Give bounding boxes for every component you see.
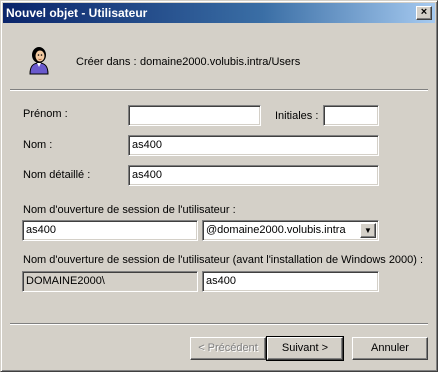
next-button[interactable]: Suivant > (266, 336, 344, 361)
initiales-field[interactable] (323, 105, 379, 126)
prenom-field[interactable] (128, 105, 261, 126)
title-bar[interactable]: Nouvel objet - Utilisateur × (3, 3, 435, 23)
dialog-window: Nouvel objet - Utilisateur × Créer dans … (0, 0, 438, 372)
logon-pre2000-label: Nom d'ouverture de session de l'utilisat… (23, 254, 424, 266)
nom-detaille-field[interactable]: as400 (128, 165, 379, 186)
prenom-label: Prénom : (23, 108, 68, 120)
nom-detaille-label: Nom détaillé : (23, 169, 91, 181)
close-button[interactable]: × (416, 6, 432, 20)
logon-pre2000-field[interactable]: as400 (202, 271, 379, 292)
separator-top (10, 89, 428, 91)
create-in-label: Créer dans : (76, 56, 137, 68)
user-icon (26, 45, 52, 75)
create-in-path: domaine2000.volubis.intra/Users (140, 56, 301, 68)
nom-field[interactable]: as400 (128, 135, 379, 156)
chevron-down-icon[interactable]: ▼ (360, 223, 376, 238)
cancel-button[interactable]: Annuler (352, 337, 428, 360)
window-title: Nouvel objet - Utilisateur (6, 6, 148, 20)
initiales-label: Initiales : (275, 110, 319, 122)
separator-bottom (10, 323, 428, 325)
close-icon: × (420, 6, 428, 18)
upn-suffix-value: @domaine2000.volubis.intra (206, 224, 346, 236)
upn-suffix-select[interactable]: @domaine2000.volubis.intra ▼ (202, 220, 379, 241)
back-button[interactable]: < Précédent (190, 337, 266, 360)
logon-field[interactable]: as400 (22, 220, 198, 241)
logon-label: Nom d'ouverture de session de l'utilisat… (23, 204, 236, 216)
netbios-domain-field: DOMAINE2000\ (22, 271, 198, 292)
nom-label: Nom : (23, 139, 53, 151)
